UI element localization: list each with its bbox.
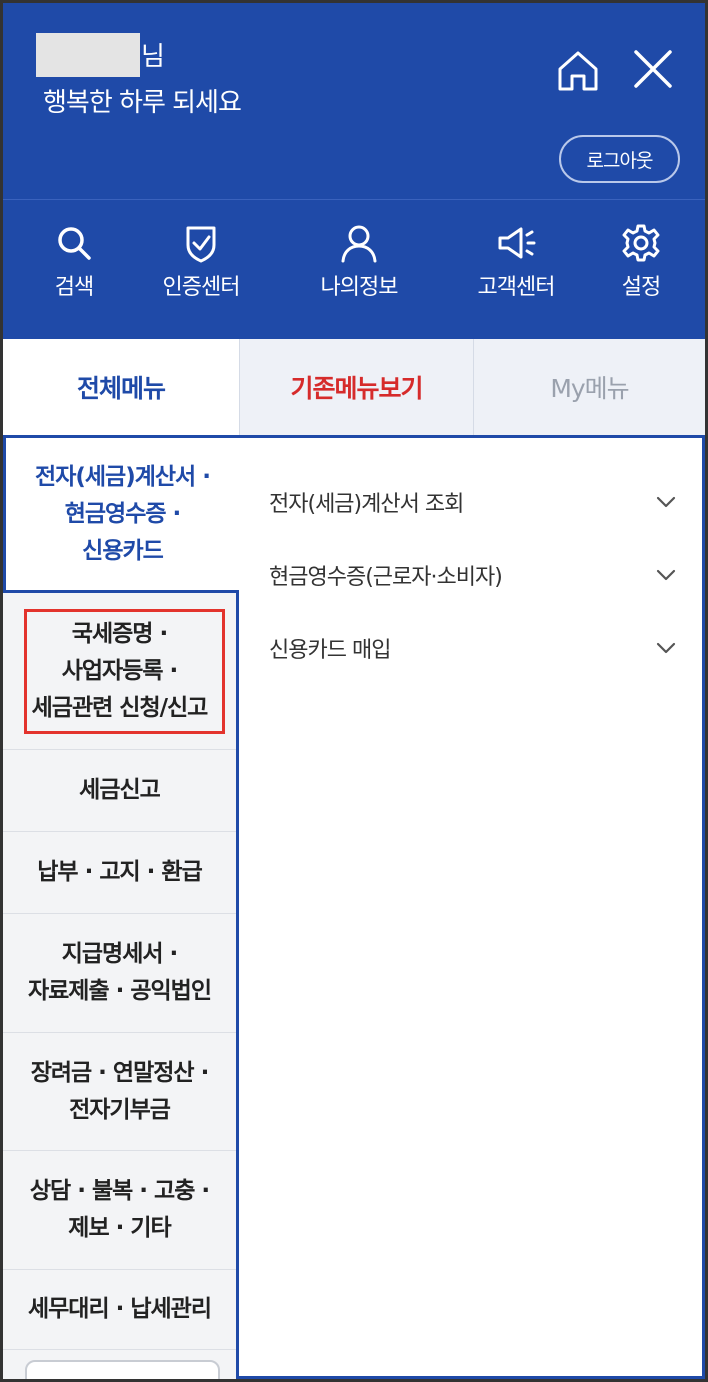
home-icon bbox=[558, 51, 598, 91]
submenu-label: 현금영수증(근로자·소비자) bbox=[269, 565, 503, 590]
quick-search[interactable]: 검색 bbox=[39, 223, 109, 301]
chevron-down-icon bbox=[656, 496, 676, 508]
masked-user-name bbox=[36, 33, 140, 77]
category-consultation-appeal[interactable]: 상담 · 불복 · 고충 · 제보 · 기타 bbox=[3, 1151, 236, 1270]
category-line: 장려금 · 연말정산 · bbox=[30, 1059, 210, 1086]
category-line: 신용카드 bbox=[82, 537, 164, 564]
quick-my-info[interactable]: 나의정보 bbox=[307, 223, 411, 301]
category-payment-statements[interactable]: 지급명세서 · 자료제출 · 공익법인 bbox=[3, 914, 236, 1033]
menu-header: 님 행복한 하루 되세요 로그아웃 검색 인증센터 나의정보 고객센터 설정 bbox=[3, 3, 705, 339]
logout-button[interactable]: 로그아웃 bbox=[559, 135, 680, 183]
chevron-down-icon bbox=[656, 642, 676, 654]
category-tax-filing[interactable]: 세금신고 bbox=[3, 750, 236, 832]
category-line: 제보 · 기타 bbox=[68, 1215, 171, 1241]
category-line: 현금영수증 · bbox=[64, 500, 182, 527]
submenu-item-credit-card-purchase[interactable]: 신용카드 매입 bbox=[269, 623, 689, 673]
quick-search-label: 검색 bbox=[54, 275, 94, 300]
greeting-message: 행복한 하루 되세요 bbox=[43, 88, 242, 118]
submenu-label: 신용카드 매입 bbox=[269, 638, 391, 663]
category-line: 납부 · 고지 · 환급 bbox=[37, 859, 202, 885]
quick-cert-center-label: 인증센터 bbox=[162, 275, 241, 300]
close-button[interactable] bbox=[631, 47, 675, 91]
category-line: 세무대리 · 납세관리 bbox=[27, 1296, 212, 1322]
chevron-down-icon bbox=[656, 569, 676, 581]
category-line: 전자기부금 bbox=[69, 1096, 171, 1123]
shield-check-icon bbox=[186, 226, 216, 263]
quick-customer-center-label: 고객센터 bbox=[477, 275, 556, 300]
quick-customer-center[interactable]: 고객센터 bbox=[464, 223, 568, 301]
category-line: 전자(세금)계산서 · bbox=[35, 463, 211, 490]
tab-legacy-menu[interactable]: 기존메뉴보기 bbox=[239, 339, 473, 435]
tab-my-menu[interactable]: My메뉴 bbox=[473, 339, 705, 435]
partial-button[interactable] bbox=[25, 1360, 220, 1379]
menu-tabs: 전체메뉴 기존메뉴보기 My메뉴 bbox=[3, 339, 705, 435]
submenu-item-e-invoice-inquiry[interactable]: 전자(세금)계산서 조회 bbox=[269, 477, 689, 527]
search-icon bbox=[58, 227, 91, 260]
quick-settings-label: 설정 bbox=[621, 275, 661, 300]
quick-my-info-label: 나의정보 bbox=[320, 275, 399, 300]
greeting-suffix: 님 bbox=[141, 42, 165, 72]
category-line: 세금신고 bbox=[79, 777, 161, 803]
user-icon bbox=[341, 225, 377, 263]
megaphone-icon bbox=[498, 227, 536, 259]
header-divider bbox=[3, 199, 705, 200]
app-frame: 님 행복한 하루 되세요 로그아웃 검색 인증센터 나의정보 고객센터 설정 전… bbox=[0, 0, 708, 1382]
gear-icon bbox=[622, 224, 660, 262]
tab-all-menu[interactable]: 전체메뉴 bbox=[3, 339, 239, 435]
submenu-label: 전자(세금)계산서 조회 bbox=[269, 492, 464, 517]
category-line: 상담 · 불복 · 고충 · bbox=[29, 1178, 210, 1204]
close-icon bbox=[634, 50, 672, 88]
quick-cert-center[interactable]: 인증센터 bbox=[149, 223, 253, 301]
home-button[interactable] bbox=[556, 49, 600, 93]
submenu-item-cash-receipt[interactable]: 현금영수증(근로자·소비자) bbox=[269, 550, 689, 600]
category-e-invoice[interactable]: 전자(세금)계산서 · 현금영수증 · 신용카드 bbox=[3, 435, 239, 593]
category-tax-agent[interactable]: 세무대리 · 납세관리 bbox=[3, 1270, 236, 1350]
category-line: 자료제출 · 공익법인 bbox=[27, 978, 212, 1004]
quick-settings[interactable]: 설정 bbox=[606, 223, 676, 301]
category-incentive-year-end[interactable]: 장려금 · 연말정산 · 전자기부금 bbox=[3, 1033, 236, 1151]
category-line: 지급명세서 · bbox=[61, 941, 179, 967]
category-payment-refund[interactable]: 납부 · 고지 · 환급 bbox=[3, 832, 236, 914]
highlight-box bbox=[24, 609, 225, 734]
